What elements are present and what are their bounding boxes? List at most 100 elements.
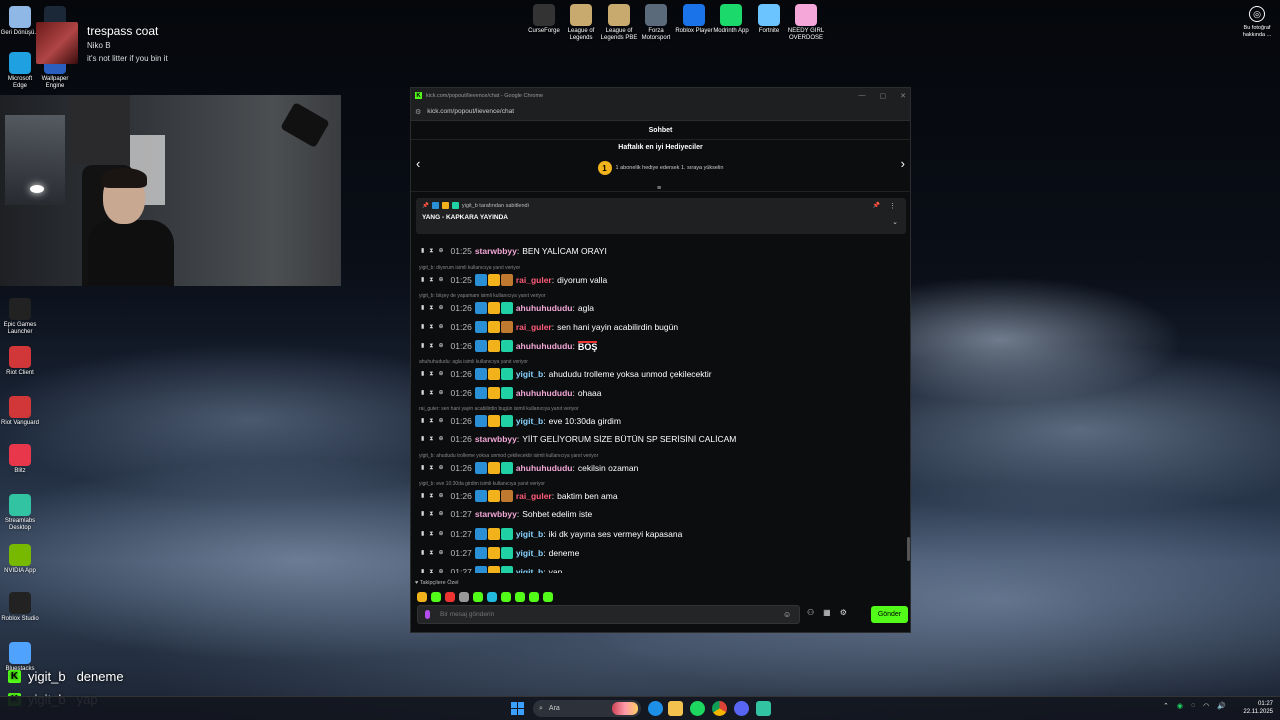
chat-message[interactable]: ▮⧗⊕ 01:25 rai_guler: diyorum valla bbox=[421, 274, 900, 286]
message-username[interactable]: yigit_b bbox=[516, 416, 543, 426]
file-explorer-icon[interactable] bbox=[668, 701, 683, 716]
mod-actions-icon[interactable]: ▮⧗⊕ bbox=[421, 323, 449, 331]
chat-message[interactable]: ▮⧗⊕ 01:26 ahuhuhududu: BOŞ bbox=[421, 340, 900, 352]
mic-icon[interactable] bbox=[425, 610, 430, 619]
taskbar-search[interactable]: ⌕ Ara bbox=[533, 700, 641, 717]
emote-icon[interactable] bbox=[543, 592, 553, 602]
tray-app-icon[interactable]: ◌ bbox=[1191, 702, 1195, 710]
chevron-left-icon[interactable]: ‹ bbox=[416, 156, 420, 171]
settings-gear-icon[interactable]: ⚙ bbox=[840, 608, 847, 617]
desktop-icon[interactable]: Riot Client bbox=[0, 346, 40, 377]
chat-scrollbar[interactable] bbox=[907, 238, 910, 573]
mod-actions-icon[interactable]: ▮⧗⊕ bbox=[421, 464, 449, 472]
emote-icon[interactable] bbox=[417, 592, 427, 602]
chat-message[interactable]: ▮⧗⊕ 01:26 ahuhuhududu: cekilsin ozaman bbox=[421, 462, 900, 474]
desktop-icon[interactable]: Blitz bbox=[0, 444, 40, 475]
message-username[interactable]: yigit_b bbox=[516, 567, 543, 573]
message-username[interactable]: yigit_b bbox=[516, 548, 543, 558]
scroll-to-latest-icon[interactable]: ≡ bbox=[657, 185, 661, 192]
tray-app-icon[interactable]: ◉ bbox=[1177, 702, 1183, 710]
mod-actions-icon[interactable]: ▮⧗⊕ bbox=[421, 304, 449, 312]
chat-message[interactable]: ▮⧗⊕ 01:26 rai_guler: sen hani yayin acabili… bbox=[421, 321, 900, 333]
emote-icon[interactable] bbox=[515, 592, 525, 602]
emote-icon[interactable] bbox=[529, 592, 539, 602]
message-username[interactable]: yigit_b bbox=[516, 529, 543, 539]
mod-actions-icon[interactable]: ▮⧗⊕ bbox=[421, 276, 449, 284]
taskbar-clock[interactable]: 01:27 22.11.2025 bbox=[1239, 700, 1273, 716]
discord-icon[interactable] bbox=[734, 701, 749, 716]
message-username[interactable]: ahuhuhududu bbox=[516, 388, 573, 398]
maximize-button[interactable]: ▢ bbox=[880, 92, 887, 100]
emote-icon[interactable] bbox=[501, 592, 511, 602]
message-username[interactable]: yigit_b bbox=[516, 369, 543, 379]
chat-message[interactable]: ▮⧗⊕ 01:26 yigit_b: ahududu trolleme yoksa u… bbox=[421, 368, 900, 380]
photo-info-widget[interactable]: ◎ Bu fotoğraf hakkında ... bbox=[1238, 6, 1276, 39]
emote-icon[interactable] bbox=[487, 592, 497, 602]
chat-message-input[interactable] bbox=[417, 605, 800, 624]
emoji-picker-icon[interactable]: ☺ bbox=[783, 610, 791, 619]
emote-icon[interactable] bbox=[473, 592, 483, 602]
desktop-icon[interactable]: Roblox Studio bbox=[0, 592, 40, 623]
mod-actions-icon[interactable]: ▮⧗⊕ bbox=[421, 492, 449, 500]
chat-message[interactable]: ▮⧗⊕ 01:27 starwbbyy: Sohbet edelim iste bbox=[421, 509, 900, 519]
scrollbar-thumb[interactable] bbox=[907, 537, 910, 561]
edge-taskbar-icon[interactable] bbox=[648, 701, 663, 716]
more-options-icon[interactable]: ⋮ bbox=[889, 202, 896, 210]
chat-message[interactable]: ▮⧗⊕ 01:27 yigit_b: iki dk yayına ses vermey… bbox=[421, 528, 900, 540]
message-username[interactable]: ahuhuhududu bbox=[516, 303, 573, 313]
chat-message[interactable]: ▮⧗⊕ 01:26 ahuhuhududu: agla bbox=[421, 302, 900, 314]
desktop-icon[interactable]: NVIDIA App bbox=[0, 544, 40, 575]
message-username[interactable]: starwbbyy bbox=[475, 434, 517, 444]
wifi-icon[interactable]: ◠ bbox=[1203, 702, 1209, 710]
desktop-icon[interactable]: Geri Dönüşü... bbox=[0, 6, 40, 37]
desktop-icon[interactable]: Streamlabs Desktop bbox=[0, 494, 40, 532]
mod-actions-icon[interactable]: ▮⧗⊕ bbox=[421, 568, 449, 573]
desktop-icon[interactable]: NEEDY GIRL OVERDOSE bbox=[784, 4, 828, 42]
address-bar[interactable]: ⚙ kick.com/popout/lievence/chat bbox=[411, 103, 910, 121]
mod-actions-icon[interactable]: ▮⧗⊕ bbox=[421, 247, 449, 255]
browser-titlebar[interactable]: K kick.com/popout/lievence/chat - Google… bbox=[411, 88, 910, 103]
start-button[interactable] bbox=[511, 702, 524, 715]
message-username[interactable]: ahuhuhududu bbox=[516, 463, 573, 473]
message-username[interactable]: rai_guler bbox=[516, 275, 552, 285]
desktop-icon[interactable]: Riot Vanguard bbox=[0, 396, 40, 427]
message-username[interactable]: ahuhuhududu bbox=[516, 341, 573, 351]
mod-actions-icon[interactable]: ▮⧗⊕ bbox=[421, 417, 449, 425]
chat-message[interactable]: ▮⧗⊕ 01:27 yigit_b: deneme bbox=[421, 547, 900, 559]
emote-icon[interactable] bbox=[431, 592, 441, 602]
chrome-icon[interactable] bbox=[712, 701, 727, 716]
message-username[interactable]: starwbbyy bbox=[475, 246, 517, 256]
gift-icon[interactable]: ▦ bbox=[823, 608, 831, 617]
message-username[interactable]: rai_guler bbox=[516, 322, 552, 332]
kicks-icon[interactable]: ⚇ bbox=[807, 608, 814, 617]
chat-message[interactable]: ▮⧗⊕ 01:26 ahuhuhududu: ohaaa bbox=[421, 387, 900, 399]
chat-message[interactable]: ▮⧗⊕ 01:25 starwbbyy: BEN YALİCAM ORAYI bbox=[421, 246, 900, 256]
emote-icon[interactable] bbox=[445, 592, 455, 602]
streamlabs-taskbar-icon[interactable] bbox=[756, 701, 771, 716]
send-button[interactable]: Gönder bbox=[871, 606, 908, 623]
chat-message[interactable]: ▮⧗⊕ 01:26 starwbbyy: YİİT GELİYORUM SİZE BÜ… bbox=[421, 434, 900, 444]
close-button[interactable]: ✕ bbox=[900, 92, 906, 100]
message-username[interactable]: rai_guler bbox=[516, 491, 552, 501]
desktop-icon[interactable]: Microsoft Edge bbox=[0, 52, 40, 90]
chat-message[interactable]: ▮⧗⊕ 01:27 yigit_b: yap bbox=[421, 566, 900, 573]
mod-actions-icon[interactable]: ▮⧗⊕ bbox=[421, 549, 449, 557]
pin-icon[interactable]: 📌 bbox=[873, 202, 880, 209]
chevron-up-icon[interactable]: ⌃ bbox=[1163, 702, 1169, 710]
chat-message[interactable]: ▮⧗⊕ 01:26 rai_guler: baktim ben ama bbox=[421, 490, 900, 502]
site-settings-icon[interactable]: ⚙ bbox=[415, 108, 421, 116]
chevron-right-icon[interactable]: › bbox=[901, 156, 905, 171]
spotify-icon[interactable] bbox=[690, 701, 705, 716]
chat-message[interactable]: ▮⧗⊕ 01:26 yigit_b: eve 10:30da girdim bbox=[421, 415, 900, 427]
volume-icon[interactable]: 🔊 bbox=[1217, 702, 1226, 710]
minimize-button[interactable]: — bbox=[859, 92, 866, 100]
emote-icon[interactable] bbox=[459, 592, 469, 602]
message-username[interactable]: starwbbyy bbox=[475, 509, 517, 519]
mod-actions-icon[interactable]: ▮⧗⊕ bbox=[421, 530, 449, 538]
pinned-message[interactable]: 📌 yigit_b tarafından sabitlendi YANG - K… bbox=[416, 198, 906, 234]
mod-actions-icon[interactable]: ▮⧗⊕ bbox=[421, 435, 449, 443]
mod-actions-icon[interactable]: ▮⧗⊕ bbox=[421, 389, 449, 397]
chevron-down-icon[interactable]: ⌄ bbox=[892, 218, 898, 226]
desktop-icon[interactable]: Epic Games Launcher bbox=[0, 298, 40, 336]
mod-actions-icon[interactable]: ▮⧗⊕ bbox=[421, 510, 449, 518]
